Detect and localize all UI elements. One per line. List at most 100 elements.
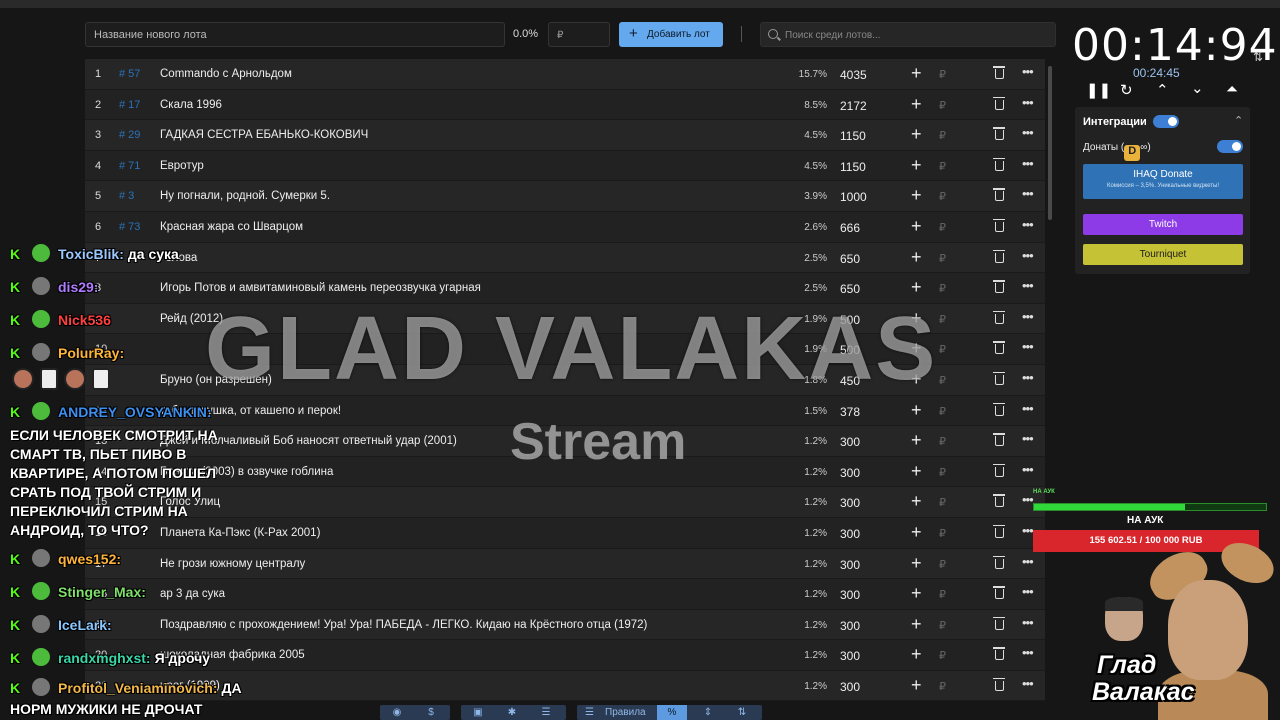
ruble-icon[interactable]: ₽ <box>939 221 946 234</box>
lot-name[interactable]: Не грози южному централу <box>160 558 305 570</box>
lot-name[interactable]: Игорь Потов и амвитаминовый камень перео… <box>160 282 481 294</box>
add-amount-plus-icon[interactable]: + <box>911 94 922 115</box>
add-lot-button[interactable]: + Добавить лот <box>619 22 723 47</box>
ruble-icon[interactable]: ₽ <box>939 435 946 448</box>
add-amount-plus-icon[interactable]: + <box>911 614 922 635</box>
ruble-icon[interactable]: ₽ <box>939 374 946 387</box>
lot-row[interactable]: 6 # 73 Красная жара со Шварцом 2.6% 666 + ₽ ••• <box>85 211 1045 243</box>
ruble-icon[interactable]: ₽ <box>939 588 946 601</box>
chevron-up-icon[interactable]: ⌃ <box>1156 81 1169 99</box>
lot-row[interactable]: 19 Поздравляю с прохождением! Ура! Ура! П… <box>85 609 1045 641</box>
list-icon[interactable]: ☰ <box>531 705 561 720</box>
more-options-icon[interactable]: ••• <box>1022 645 1034 660</box>
ruble-icon[interactable]: ₽ <box>939 252 946 265</box>
trash-icon[interactable] <box>993 524 1005 538</box>
lot-row[interactable]: 20 шоколадная фабрика 2005 1.2% 300 + ₽ ••• <box>85 640 1045 671</box>
more-options-icon[interactable]: ••• <box>1022 554 1034 569</box>
reset-icon[interactable]: ↻ <box>1120 81 1133 99</box>
add-amount-plus-icon[interactable]: + <box>911 461 922 482</box>
trash-icon[interactable] <box>993 66 1005 79</box>
lot-name[interactable]: Джей и Молчаливый Боб наносят ответный у… <box>160 435 457 447</box>
lot-name[interactable]: Банита (2003) в озвучке гоблина <box>160 466 333 478</box>
more-options-icon[interactable]: ••• <box>1022 431 1034 446</box>
add-amount-plus-icon[interactable]: + <box>911 675 922 696</box>
bug-icon[interactable]: ✱ <box>497 705 527 720</box>
add-amount-plus-icon[interactable]: + <box>911 553 922 574</box>
add-amount-plus-icon[interactable]: + <box>911 583 922 604</box>
more-options-icon[interactable]: ••• <box>1022 248 1034 263</box>
lot-row[interactable]: 1 # 57 Commando с Арнольдом 15.7% 4035 + ₽ ••• <box>85 59 1045 90</box>
ruble-icon[interactable]: ₽ <box>939 527 946 540</box>
add-amount-plus-icon[interactable]: + <box>911 185 922 206</box>
ruble-icon[interactable]: ₽ <box>939 405 946 418</box>
trash-icon[interactable] <box>993 586 1005 600</box>
ruble-icon[interactable]: ₽ <box>939 68 946 81</box>
more-options-icon[interactable]: ••• <box>1022 584 1034 599</box>
tourniquet-button[interactable]: Tourniquet <box>1083 244 1243 265</box>
more-options-icon[interactable]: ••• <box>1022 217 1034 232</box>
trash-icon[interactable] <box>993 616 1005 630</box>
ruble-icon[interactable]: ₽ <box>939 99 946 112</box>
ruble-icon[interactable]: ₽ <box>939 160 946 173</box>
add-amount-plus-icon[interactable]: + <box>911 277 922 298</box>
more-options-icon[interactable]: ••• <box>1022 186 1034 201</box>
rules-button[interactable]: ☰ Правила <box>577 705 655 720</box>
lot-row[interactable]: 21 ирог (1999) 1.2% 300 + ₽ ••• <box>85 670 1045 702</box>
add-amount-plus-icon[interactable]: + <box>911 430 922 451</box>
lots-scrollbar[interactable] <box>1048 66 1052 220</box>
lot-row[interactable]: 16 Планета Ка-Пэкс (К-Pax 2001) 1.2% 300 + ₽ •… <box>85 517 1045 549</box>
more-options-icon[interactable]: ••• <box>1022 401 1034 416</box>
twitch-button[interactable]: Twitch <box>1083 214 1243 235</box>
ruble-icon[interactable]: ₽ <box>939 343 946 356</box>
collapse-chevron-icon[interactable]: ⌃ <box>1234 114 1243 127</box>
more-options-icon[interactable]: ••• <box>1022 309 1034 324</box>
lot-name[interactable]: ГАДКАЯ СЕСТРА ЕБАНЬКО-КОКОВИЧ <box>160 129 368 141</box>
trash-icon[interactable] <box>993 463 1005 477</box>
sort-icon[interactable]: ⇕ <box>693 705 723 720</box>
trash-icon[interactable] <box>993 402 1005 416</box>
lot-name[interactable]: Commando с Арнольдом <box>160 68 292 80</box>
lot-row[interactable]: 17 Не грози южному централу 1.2% 300 + ₽ ••• <box>85 548 1045 580</box>
lot-name[interactable]: Голос Улиц <box>160 496 220 508</box>
trash-icon[interactable] <box>993 96 1005 110</box>
lot-id-link[interactable]: # 57 <box>119 68 140 80</box>
ihaq-donate-button[interactable]: IHAQ Donate Комиссия – 3,5%. Уникальные … <box>1083 164 1243 199</box>
more-options-icon[interactable]: ••• <box>1022 156 1034 171</box>
add-amount-plus-icon[interactable]: + <box>911 124 922 145</box>
lot-name[interactable]: Евротур <box>160 160 204 172</box>
ruble-icon[interactable]: ₽ <box>939 282 946 295</box>
chevron-down-icon[interactable]: ⌄ <box>1191 79 1204 97</box>
trash-icon[interactable] <box>993 218 1005 232</box>
lot-row[interactable]: 15 Голос Улиц 1.2% 300 + ₽ ••• <box>85 487 1045 518</box>
lot-name[interactable]: Поздравляю с прохождением! Ура! Ура! ПАБ… <box>160 619 647 631</box>
more-options-icon[interactable]: ••• <box>1022 462 1034 477</box>
more-options-icon[interactable]: ••• <box>1022 676 1034 691</box>
more-options-icon[interactable]: ••• <box>1022 523 1034 538</box>
ruble-icon[interactable]: ₽ <box>939 619 946 632</box>
timer-swap-icon[interactable]: ⇅ <box>1253 50 1263 64</box>
donate-dollar-icon[interactable]: $ <box>416 705 446 720</box>
more-options-icon[interactable]: ••• <box>1022 64 1034 79</box>
trash-icon[interactable] <box>993 371 1005 385</box>
donations-toggle[interactable] <box>1217 140 1243 153</box>
ruble-icon[interactable]: ₽ <box>939 680 946 693</box>
trash-icon[interactable] <box>993 494 1005 508</box>
add-amount-plus-icon[interactable]: + <box>911 247 922 268</box>
more-options-icon[interactable]: ••• <box>1022 125 1034 140</box>
lot-name[interactable]: Голова <box>160 252 197 264</box>
ruble-icon[interactable]: ₽ <box>939 496 946 509</box>
lot-name[interactable]: Планета Ка-Пэкс (К-Pax 2001) <box>160 527 320 539</box>
trash-icon[interactable] <box>993 280 1005 294</box>
lot-row[interactable]: 5 # 3 Ну погнали, родной. Сумерки 5. 3.9% 10… <box>85 181 1045 212</box>
lot-name[interactable]: шоколадная фабрика 2005 <box>160 649 305 661</box>
trash-icon[interactable] <box>993 341 1005 355</box>
lot-search-input[interactable]: Поиск среди лотов... <box>760 22 1056 47</box>
more-options-icon[interactable]: ••• <box>1022 370 1034 385</box>
new-lot-amount-input[interactable]: ₽ <box>548 22 610 47</box>
lot-name[interactable]: тебе дедушка, от кашепо и перок! <box>160 405 341 417</box>
ruble-icon[interactable]: ₽ <box>939 129 946 142</box>
lot-row[interactable]: 2 # 17 Скала 1996 8.5% 2172 + ₽ ••• <box>85 89 1045 121</box>
lot-name[interactable]: ирог (1999) <box>160 680 220 692</box>
lot-name[interactable]: Ну погнали, родной. Сумерки 5. <box>160 190 330 202</box>
lot-id-link[interactable]: # 71 <box>119 160 140 172</box>
